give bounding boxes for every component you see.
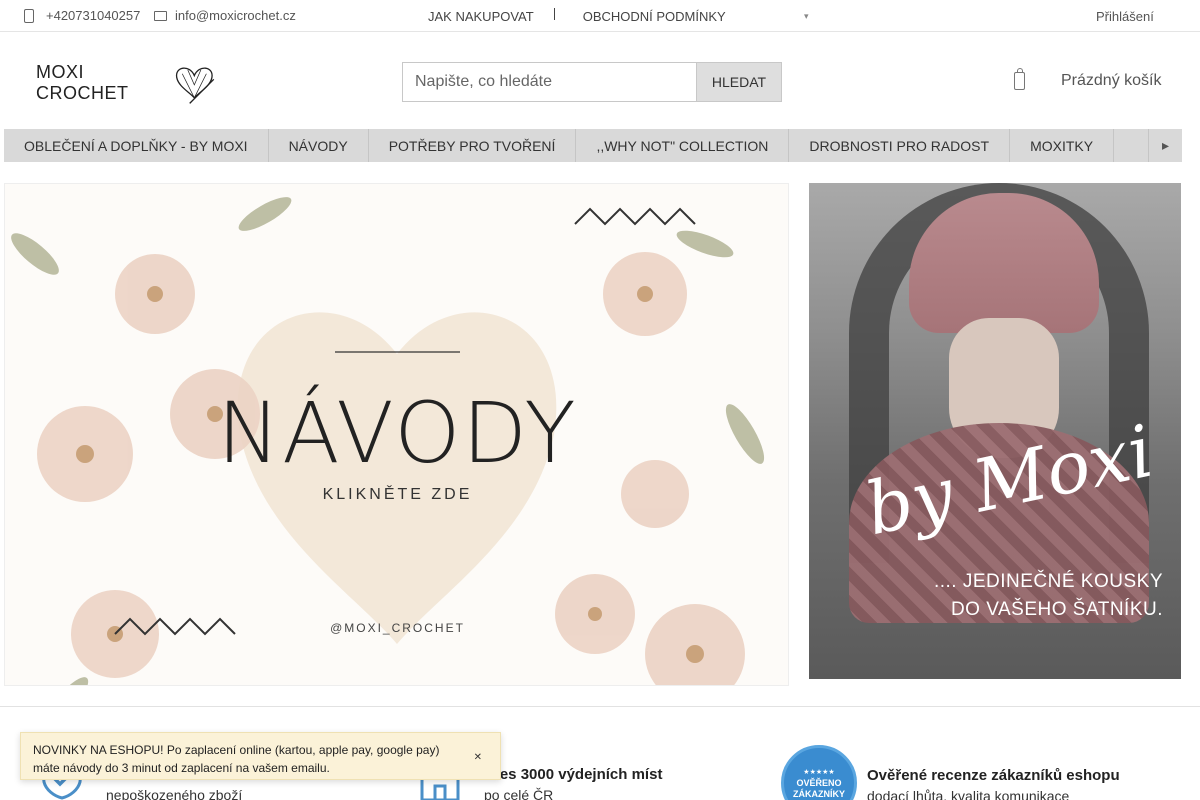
nav-item-navody[interactable]: NÁVODY — [269, 129, 369, 162]
phone-icon — [24, 8, 34, 23]
benefit-title: Přes 3000 výdejních míst — [484, 766, 663, 783]
close-icon[interactable]: ✕ — [474, 749, 482, 767]
nav-item-why-not[interactable]: ,,WHY NOT" COLLECTION — [576, 129, 790, 162]
cart-label[interactable]: Prázdný košík — [1061, 72, 1161, 90]
search-input[interactable] — [403, 63, 696, 101]
top-bar: +420731040257 info@moxicrochet.cz JAK NA… — [0, 0, 1200, 32]
shopping-bag-icon — [1014, 68, 1025, 90]
benefit-title: Ověřené recenze zákazníků eshopu — [867, 767, 1120, 784]
banner-navody[interactable]: NÁVODY KLIKNĚTE ZDE @MOXI_CROCHET — [4, 183, 789, 686]
search-bar: HLEDAT — [402, 62, 782, 102]
banner-title: NÁVODY — [217, 384, 578, 482]
benefit-subtitle: po celé ČR — [484, 787, 554, 800]
search-button[interactable]: HLEDAT — [696, 63, 781, 101]
notice-line-1: NOVINKY NA ESHOPU! Po zaplacení online (… — [33, 743, 440, 757]
banner-handle: @MOXI_CROCHET — [330, 621, 465, 635]
site-logo[interactable]: MOXI CROCHET — [36, 58, 216, 108]
link-separator — [553, 7, 555, 20]
main-nav: OBLEČENÍ A DOPLŇKY - BY MOXI NÁVODY POTŘ… — [4, 129, 1182, 162]
cart-link[interactable]: Prázdný košík — [1014, 68, 1161, 90]
heart-hook-logo-icon — [176, 67, 215, 104]
email-address[interactable]: info@moxicrochet.cz — [175, 8, 296, 23]
login-link[interactable]: Přihlášení — [1096, 9, 1154, 24]
nav-item-moxitky[interactable]: MOXITKY — [1010, 129, 1115, 162]
banner-cta[interactable]: KLIKNĚTE ZDE — [5, 486, 788, 504]
badge-line-2: ZÁKAZNÍKY — [793, 788, 845, 799]
link-obchodni-podminky[interactable]: OBCHODNÍ PODMÍNKY — [583, 9, 726, 24]
badge-line-1: OVĚŘENO — [796, 777, 842, 788]
top-links: JAK NAKUPOVAT OBCHODNÍ PODMÍNKY — [428, 7, 726, 24]
section-divider — [0, 706, 1200, 707]
benefit-subtitle: dodací lhůta, kvalita komunikace — [867, 788, 1070, 800]
benefit-subtitle: nepoškozeného zboží — [106, 787, 243, 800]
banner-by-moxi[interactable]: by Moxi .... JEDINEČNÉ KOUSKY DO VAŠEHO … — [809, 183, 1181, 679]
phone-contact[interactable]: +420731040257 — [24, 8, 140, 23]
nav-more-icon[interactable]: ▸ — [1148, 129, 1182, 162]
mail-icon — [154, 10, 167, 21]
phone-number[interactable]: +420731040257 — [46, 8, 140, 23]
banner-tagline-2: DO VAŠEHO ŠATNÍKU. — [950, 599, 1163, 620]
logo-text: MOXI CROCHET — [36, 62, 129, 103]
banner-tagline-1: .... JEDINEČNÉ KOUSKY — [933, 571, 1163, 592]
link-jak-nakupovat[interactable]: JAK NAKUPOVAT — [428, 9, 534, 24]
nav-item-drobnosti[interactable]: DROBNOSTI PRO RADOST — [789, 129, 1011, 162]
notice-line-2: máte návody do 3 minut od zaplacení na v… — [33, 761, 330, 775]
verified-badge-icon[interactable]: ★★★★★ OVĚŘENO ZÁKAZNÍKY — [781, 745, 857, 800]
email-contact[interactable]: info@moxicrochet.cz — [154, 8, 296, 23]
news-notice: NOVINKY NA ESHOPU! Po zaplacení online (… — [20, 732, 501, 780]
nav-item-obleceni[interactable]: OBLEČENÍ A DOPLŇKY - BY MOXI — [4, 129, 269, 162]
chevron-down-icon[interactable]: ▾ — [804, 11, 809, 22]
nav-item-potreby[interactable]: POTŘEBY PRO TVOŘENÍ — [369, 129, 577, 162]
benefit-reviews[interactable]: ★★★★★ OVĚŘENO ZÁKAZNÍKY Ověřené recenze … — [781, 745, 1120, 800]
